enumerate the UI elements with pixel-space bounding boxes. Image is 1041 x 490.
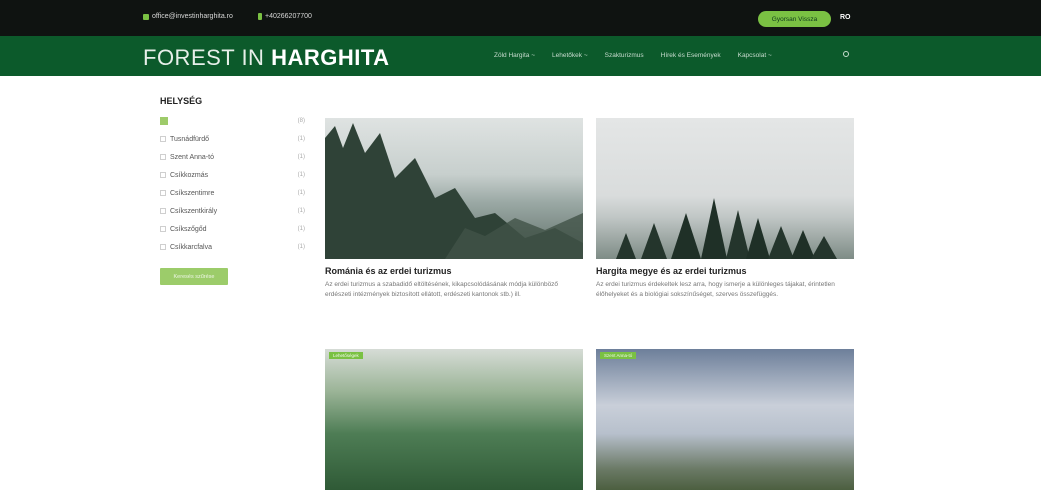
category-tag[interactable]: Szent Anna-tó (600, 352, 637, 359)
filter-item[interactable]: Csíkszentkirály (1) (160, 202, 315, 220)
category-tag[interactable]: Lehetőségek (329, 352, 363, 359)
filter-count: (1) (297, 244, 305, 250)
email-text[interactable]: office@investinharghita.ro (152, 13, 233, 20)
filter-item[interactable]: Csíkszőgőd (1) (160, 220, 315, 238)
filter-label: Csíkszőgőd (170, 225, 207, 233)
card-title[interactable]: Hargita megye és az erdei turizmus (596, 266, 854, 276)
filter-item[interactable]: Tusnádfürdő (1) (160, 130, 315, 148)
filter-item[interactable]: Csíkkarcfalva (1) (160, 238, 315, 256)
checkbox[interactable] (160, 136, 166, 142)
filter-count: (1) (297, 190, 305, 196)
cta-button[interactable]: Gyorsan Vissza (758, 11, 831, 27)
article-card[interactable]: Hargita megye és az erdei turizmus Az er… (596, 118, 854, 300)
filter-label: Csíkkarcfalva (170, 243, 213, 251)
mail-icon (143, 13, 149, 20)
checkbox-all[interactable] (160, 117, 168, 125)
nav-item-lehetosegek[interactable]: Lehetőkek ~ (552, 52, 588, 59)
checkbox[interactable] (160, 226, 166, 232)
logo-text-2: HARGHITA (271, 45, 390, 70)
nav-menu: Zöld Hargita ~ Lehetőkek ~ Szakturizmus … (494, 52, 772, 59)
filter-count: (1) (297, 172, 305, 178)
filter-label: Szent Anna-tó (170, 153, 214, 161)
card-title[interactable]: Románia és az erdei turizmus (325, 266, 583, 276)
checkbox[interactable] (160, 190, 166, 196)
card-image[interactable] (325, 118, 583, 259)
checkbox[interactable] (160, 154, 166, 160)
card-image[interactable] (596, 118, 854, 259)
filter-count: (1) (297, 136, 305, 142)
filter-count: (1) (297, 154, 305, 160)
nav-item-hirek[interactable]: Hírek és Események (661, 52, 721, 59)
filter-all[interactable]: (8) (160, 112, 315, 130)
filter-label: Tusnádfürdő (170, 135, 210, 143)
card-excerpt: Az erdei turizmus érdekeltek lesz arra, … (596, 281, 835, 298)
filter-title: HELYSÉG (160, 96, 203, 106)
logo-text-1: FOREST IN (143, 45, 272, 70)
site-logo[interactable]: FOREST IN HARGHITA (143, 45, 390, 71)
phone-text[interactable]: +40266207700 (265, 13, 312, 20)
phone-icon (258, 13, 262, 20)
filter-label: Csíkkozmás (170, 171, 209, 179)
filter-submit-button[interactable]: Keresés szűrése (160, 268, 228, 285)
checkbox[interactable] (160, 244, 166, 250)
article-card[interactable]: Románia és az erdei turizmus Az erdei tu… (325, 118, 583, 300)
nav-item-kapcsolat[interactable]: Kapcsolat ~ (738, 52, 772, 59)
filter-item[interactable]: Csíkszentimre (1) (160, 184, 315, 202)
nav-item-szakturizmus[interactable]: Szakturizmus (605, 52, 644, 59)
email-contact[interactable]: office@investinharghita.ro (143, 13, 233, 20)
checkbox[interactable] (160, 172, 166, 178)
pine-trees-illustration (616, 198, 837, 259)
filter-count: (8) (297, 118, 305, 124)
filter-sidebar: HELYSÉG (8) Tusnádfürdő (1) Szent Anna-t… (160, 96, 315, 285)
filter-count: (1) (297, 208, 305, 214)
top-bar: office@investinharghita.ro +40266207700 … (0, 0, 1041, 36)
forest-fog-illustration (325, 123, 583, 259)
filter-label: Csíkszentkirály (170, 207, 218, 215)
filter-item[interactable]: Csíkkozmás (1) (160, 166, 315, 184)
language-switch[interactable]: RO (840, 14, 851, 21)
main-navbar: FOREST IN HARGHITA Zöld Hargita ~ Lehető… (0, 36, 1041, 76)
filter-label: Csíkszentimre (170, 189, 215, 197)
checkbox[interactable] (160, 208, 166, 214)
nav-item-zold-hargita[interactable]: Zöld Hargita ~ (494, 52, 535, 59)
search-icon[interactable] (843, 51, 849, 57)
phone-contact[interactable]: +40266207700 (258, 13, 312, 20)
filter-count: (1) (297, 226, 305, 232)
card-excerpt: Az erdei turizmus a szabadidő eltöltésén… (325, 281, 559, 298)
filter-item[interactable]: Szent Anna-tó (1) (160, 148, 315, 166)
